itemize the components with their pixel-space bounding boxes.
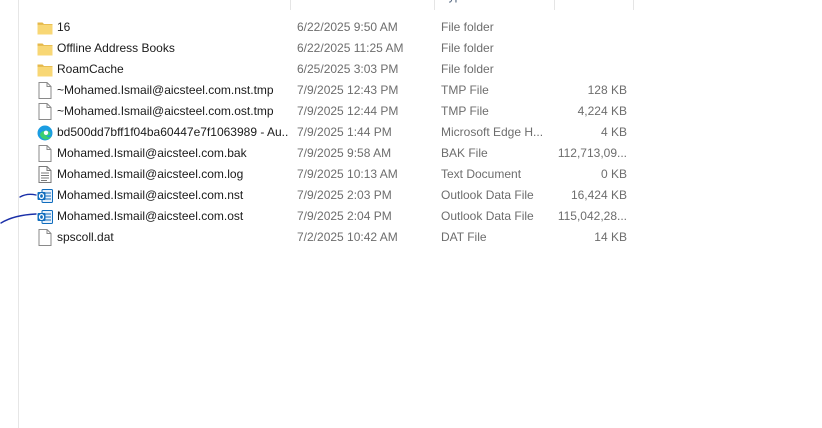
file-type: DAT File [441, 230, 487, 244]
file-row[interactable]: spscoll.dat 7/2/2025 10:42 AM DAT File 14 K… [0, 227, 822, 248]
file-date-modified: 7/9/2025 2:04 PM [297, 209, 392, 223]
file-row[interactable]: ~Mohamed.Ismail@aicsteel.com.ost.tmp 7/9/… [0, 101, 822, 122]
file-icon [37, 143, 53, 164]
file-name: RoamCache [57, 62, 124, 76]
file-name: Mohamed.Ismail@aicsteel.com.bak [57, 146, 247, 160]
file-name: 16 [57, 20, 71, 34]
file-date-modified: 7/9/2025 10:13 AM [297, 167, 398, 181]
file-name: Mohamed.Ismail@aicsteel.com.log [57, 167, 244, 181]
file-type: Microsoft Edge H... [441, 125, 544, 139]
file-row[interactable]: Offline Address Books 6/22/2025 11:25 AM F… [0, 38, 822, 59]
outlook-data-icon [37, 206, 53, 227]
file-icon [37, 227, 53, 248]
file-row[interactable]: bd500dd7bff1f04ba60447e7f1063989 - Au...… [0, 122, 822, 143]
file-list: 16 6/22/2025 9:50 AM File folder Offline Ad… [0, 17, 822, 248]
folder-icon [37, 17, 53, 38]
file-type: File folder [441, 62, 494, 76]
column-header-date-modified[interactable]: Date modified [298, 0, 433, 10]
file-type: BAK File [441, 146, 488, 160]
file-size: 14 KB [594, 230, 627, 244]
file-date-modified: 7/9/2025 12:44 PM [297, 104, 399, 118]
file-type: TMP File [441, 104, 489, 118]
file-type: File folder [441, 20, 494, 34]
folder-icon [37, 59, 53, 80]
file-row[interactable]: ~Mohamed.Ismail@aicsteel.com.nst.tmp 7/9/… [0, 80, 822, 101]
file-date-modified: 6/22/2025 9:50 AM [297, 20, 398, 34]
folder-icon [37, 38, 53, 59]
file-date-modified: 6/22/2025 11:25 AM [297, 41, 404, 55]
file-type: Outlook Data File [441, 209, 534, 223]
file-size: 128 KB [587, 83, 627, 97]
file-row[interactable]: Mohamed.Ismail@aicsteel.com.bak 7/9/2025 … [0, 143, 822, 164]
file-size [555, 38, 627, 59]
file-list-pane: Name Date modified Type Size 16 6/22/2025… [0, 0, 822, 428]
file-row[interactable]: 16 6/22/2025 9:50 AM File folder [0, 17, 822, 38]
file-row[interactable]: Mohamed.Ismail@aicsteel.com.ost 7/9/2025 … [0, 206, 822, 227]
file-row[interactable]: RoamCache 6/25/2025 3:03 PM File folder [0, 59, 822, 80]
column-resize-handle[interactable] [633, 0, 634, 10]
file-date-modified: 7/2/2025 10:42 AM [297, 230, 398, 244]
column-resize-handle[interactable] [290, 0, 291, 10]
column-header-bar: Name Date modified Type Size [19, 0, 634, 10]
file-type: TMP File [441, 83, 489, 97]
file-name: Mohamed.Ismail@aicsteel.com.nst [57, 188, 244, 202]
file-date-modified: 6/25/2025 3:03 PM [297, 62, 399, 76]
file-date-modified: 7/9/2025 2:03 PM [297, 188, 392, 202]
file-size [555, 17, 627, 38]
file-type: Outlook Data File [441, 188, 534, 202]
outlook-data-icon [37, 185, 53, 206]
file-name: Offline Address Books [57, 41, 175, 55]
file-row[interactable]: Mohamed.Ismail@aicsteel.com.nst 7/9/2025 … [0, 185, 822, 206]
file-size: 0 KB [600, 167, 627, 181]
edge-icon [37, 122, 53, 143]
file-icon [37, 101, 53, 122]
column-header-size[interactable]: Size [561, 0, 631, 10]
file-name: bd500dd7bff1f04ba60447e7f1063989 - Au... [57, 125, 289, 139]
file-icon [37, 80, 53, 101]
file-name: ~Mohamed.Ismail@aicsteel.com.ost.tmp [57, 104, 274, 118]
column-header-type[interactable]: Type [442, 0, 552, 10]
file-size: 4,224 KB [577, 104, 627, 118]
file-type: File folder [441, 41, 494, 55]
file-name: spscoll.dat [57, 230, 114, 244]
file-type: Text Document [441, 167, 522, 181]
file-date-modified: 7/9/2025 12:43 PM [297, 83, 399, 97]
column-resize-handle[interactable] [434, 0, 435, 10]
file-size: 4 KB [600, 125, 627, 139]
file-date-modified: 7/9/2025 1:44 PM [297, 125, 392, 139]
file-size: 115,042,28... [557, 209, 627, 223]
file-size [555, 59, 627, 80]
file-name: Mohamed.Ismail@aicsteel.com.ost [57, 209, 244, 223]
file-name: ~Mohamed.Ismail@aicsteel.com.nst.tmp [57, 83, 274, 97]
file-date-modified: 7/9/2025 9:58 AM [297, 146, 392, 160]
file-row[interactable]: Mohamed.Ismail@aicsteel.com.log 7/9/2025 … [0, 164, 822, 185]
file-size: 16,424 KB [570, 188, 627, 202]
column-resize-handle[interactable] [554, 0, 555, 10]
text-document-icon [37, 164, 53, 185]
file-size: 112,713,09... [557, 146, 627, 160]
column-header-name[interactable]: Name [36, 0, 291, 10]
